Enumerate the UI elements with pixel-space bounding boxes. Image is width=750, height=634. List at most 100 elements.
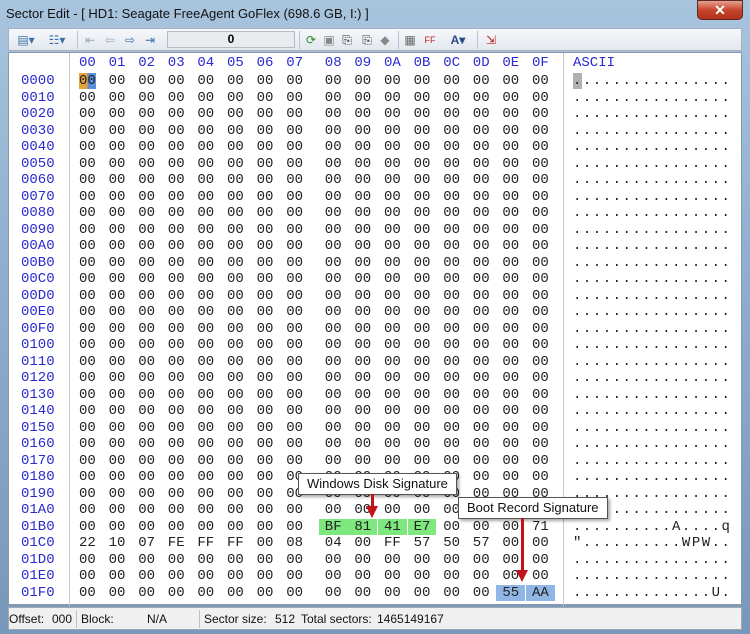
hex-byte[interactable]: 00 <box>325 436 342 452</box>
hex-byte[interactable]: 00 <box>384 288 401 304</box>
hex-byte[interactable]: 00 <box>138 486 155 502</box>
hex-byte[interactable]: 00 <box>197 552 214 568</box>
hex-byte[interactable]: 22 <box>79 535 96 551</box>
close-button[interactable]: ✕ <box>697 0 743 20</box>
hex-byte[interactable]: 00 <box>109 552 126 568</box>
hex-byte[interactable]: 00 <box>414 73 431 89</box>
hex-byte[interactable]: 00 <box>502 189 519 205</box>
hex-byte[interactable]: 00 <box>138 255 155 271</box>
hex-byte[interactable]: 00 <box>138 387 155 403</box>
hex-byte[interactable]: 00 <box>227 370 244 386</box>
hex-byte[interactable]: 00 <box>443 73 460 89</box>
hex-byte[interactable]: 50 <box>443 535 460 551</box>
hex-byte[interactable]: 00 <box>384 271 401 287</box>
hex-byte[interactable]: 00 <box>354 73 371 89</box>
hex-byte[interactable]: 00 <box>227 123 244 139</box>
hex-byte[interactable]: 00 <box>197 172 214 188</box>
hex-byte[interactable]: 00 <box>197 106 214 122</box>
hex-byte[interactable]: 00 <box>414 337 431 353</box>
hex-byte[interactable]: 00 <box>197 486 214 502</box>
hex-byte[interactable]: 00 <box>414 238 431 254</box>
save-icon[interactable]: ▣ <box>321 31 337 49</box>
hex-byte[interactable]: 00 <box>443 568 460 584</box>
hex-byte[interactable]: 00 <box>109 205 126 221</box>
hex-byte[interactable]: 00 <box>286 90 303 106</box>
hex-byte[interactable]: 00 <box>168 172 185 188</box>
hex-byte[interactable]: 00 <box>79 403 96 419</box>
hex-byte[interactable]: FF <box>227 535 244 551</box>
copy-sector-icon[interactable]: ⎘ <box>339 31 355 49</box>
hex-byte[interactable]: 00 <box>384 73 401 89</box>
hex-byte[interactable]: 00 <box>138 453 155 469</box>
hex-byte[interactable]: 00 <box>138 519 155 535</box>
hex-byte[interactable]: 00 <box>384 453 401 469</box>
hex-byte[interactable]: 00 <box>197 288 214 304</box>
hex-byte[interactable]: 00 <box>227 139 244 155</box>
hex-byte[interactable]: 00 <box>473 90 490 106</box>
hex-byte[interactable]: 00 <box>384 321 401 337</box>
hex-byte[interactable]: 00 <box>138 189 155 205</box>
hex-byte[interactable]: 00 <box>532 403 549 419</box>
hex-byte[interactable]: 00 <box>325 585 342 601</box>
hex-byte[interactable]: 00 <box>354 321 371 337</box>
hex-byte[interactable]: 00 <box>197 403 214 419</box>
hex-byte[interactable]: 00 <box>79 486 96 502</box>
hex-byte[interactable]: 00 <box>384 552 401 568</box>
hex-byte[interactable]: 00 <box>197 271 214 287</box>
hex-byte[interactable]: 00 <box>257 568 274 584</box>
hex-byte[interactable]: 00 <box>168 139 185 155</box>
hex-byte[interactable]: 00 <box>168 106 185 122</box>
hex-byte[interactable]: 00 <box>257 436 274 452</box>
hex-byte[interactable]: 00 <box>532 106 549 122</box>
hex-byte[interactable]: 00 <box>473 222 490 238</box>
hex-byte[interactable]: 00 <box>502 420 519 436</box>
hex-byte[interactable]: 00 <box>414 288 431 304</box>
hex-byte[interactable]: 00 <box>138 337 155 353</box>
hex-byte[interactable]: 00 <box>286 354 303 370</box>
hex-byte[interactable]: 00 <box>502 519 519 535</box>
hex-byte[interactable]: 00 <box>325 288 342 304</box>
hex-byte[interactable]: 00 <box>532 222 549 238</box>
hex-byte[interactable]: 00 <box>354 123 371 139</box>
hex-byte[interactable]: 00 <box>414 156 431 172</box>
hex-byte[interactable]: 00 <box>168 255 185 271</box>
hex-byte[interactable]: 00 <box>502 205 519 221</box>
hex-byte[interactable]: 00 <box>325 321 342 337</box>
hex-byte[interactable]: 00 <box>325 73 342 89</box>
hex-byte[interactable]: 00 <box>502 106 519 122</box>
hex-byte[interactable]: 00 <box>532 123 549 139</box>
hex-byte[interactable]: 00 <box>257 304 274 320</box>
hex-byte[interactable]: 00 <box>79 502 96 518</box>
hex-byte[interactable]: 00 <box>473 156 490 172</box>
hex-byte[interactable]: 00 <box>168 436 185 452</box>
hex-byte[interactable]: 00 <box>443 337 460 353</box>
hex-byte[interactable]: 00 <box>197 123 214 139</box>
hex-byte[interactable]: 00 <box>384 123 401 139</box>
hex-byte[interactable]: 00 <box>443 436 460 452</box>
hex-byte[interactable]: 00 <box>384 337 401 353</box>
hex-byte[interactable]: 00 <box>325 271 342 287</box>
hex-byte[interactable]: 00 <box>168 156 185 172</box>
hex-byte[interactable]: 00 <box>502 552 519 568</box>
hex-byte[interactable]: 00 <box>532 453 549 469</box>
hex-byte[interactable]: 00 <box>354 255 371 271</box>
hex-byte[interactable]: 00 <box>286 304 303 320</box>
hex-byte[interactable]: 00 <box>325 453 342 469</box>
hex-byte[interactable]: 00 <box>473 321 490 337</box>
hex-byte[interactable]: 00 <box>286 205 303 221</box>
hex-byte[interactable]: 00 <box>502 453 519 469</box>
hex-byte[interactable]: 00 <box>138 222 155 238</box>
hex-byte[interactable]: 00 <box>257 453 274 469</box>
hex-byte[interactable]: 00 <box>168 123 185 139</box>
hex-byte[interactable]: 00 <box>257 502 274 518</box>
hex-byte[interactable]: 00 <box>414 436 431 452</box>
hex-byte[interactable]: 00 <box>109 519 126 535</box>
hex-editor[interactable]: 00 01 02 03 04 05 06 07 08 09 0A 0B 0C 0D 0E 0F 0000 00 00… <box>8 52 742 606</box>
hex-byte[interactable]: 00 <box>79 387 96 403</box>
exit-icon[interactable]: ⇲ <box>483 31 499 49</box>
hex-byte[interactable]: 00 <box>197 453 214 469</box>
hex-byte[interactable]: 00 <box>138 304 155 320</box>
hex-byte[interactable]: 00 <box>109 585 126 601</box>
hex-byte[interactable]: 00 <box>197 205 214 221</box>
hex-byte[interactable]: 00 <box>443 189 460 205</box>
